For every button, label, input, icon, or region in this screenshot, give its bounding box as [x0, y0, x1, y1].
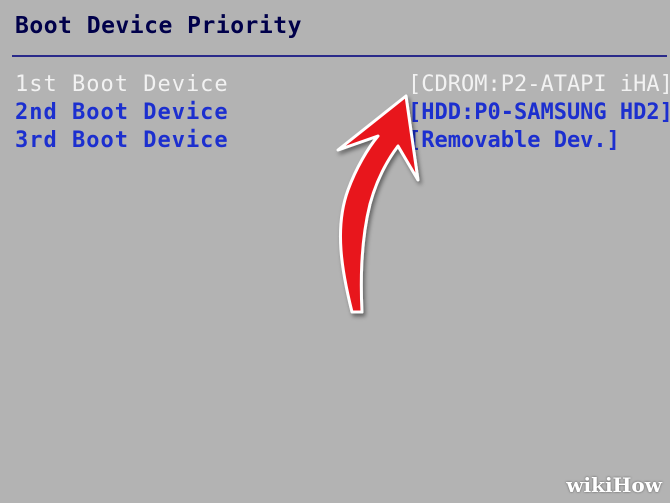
boot-device-1-value[interactable]: [CDROM:P2-ATAPI iHA] [408, 72, 670, 97]
page-title: Boot Device Priority [15, 13, 302, 39]
boot-device-3-label[interactable]: 3rd Boot Device [15, 128, 229, 153]
bios-screen: Boot Device Priority 1st Boot Device [CD… [0, 0, 670, 503]
boot-device-2-value[interactable]: [HDD:P0-SAMSUNG HD2] [408, 100, 670, 125]
title-divider [12, 55, 667, 57]
boot-device-3-value[interactable]: [Removable Dev.] [408, 128, 620, 153]
boot-device-1-label[interactable]: 1st Boot Device [15, 72, 229, 97]
wikihow-watermark: wikiHow [566, 473, 662, 497]
boot-device-2-label[interactable]: 2nd Boot Device [15, 100, 229, 125]
